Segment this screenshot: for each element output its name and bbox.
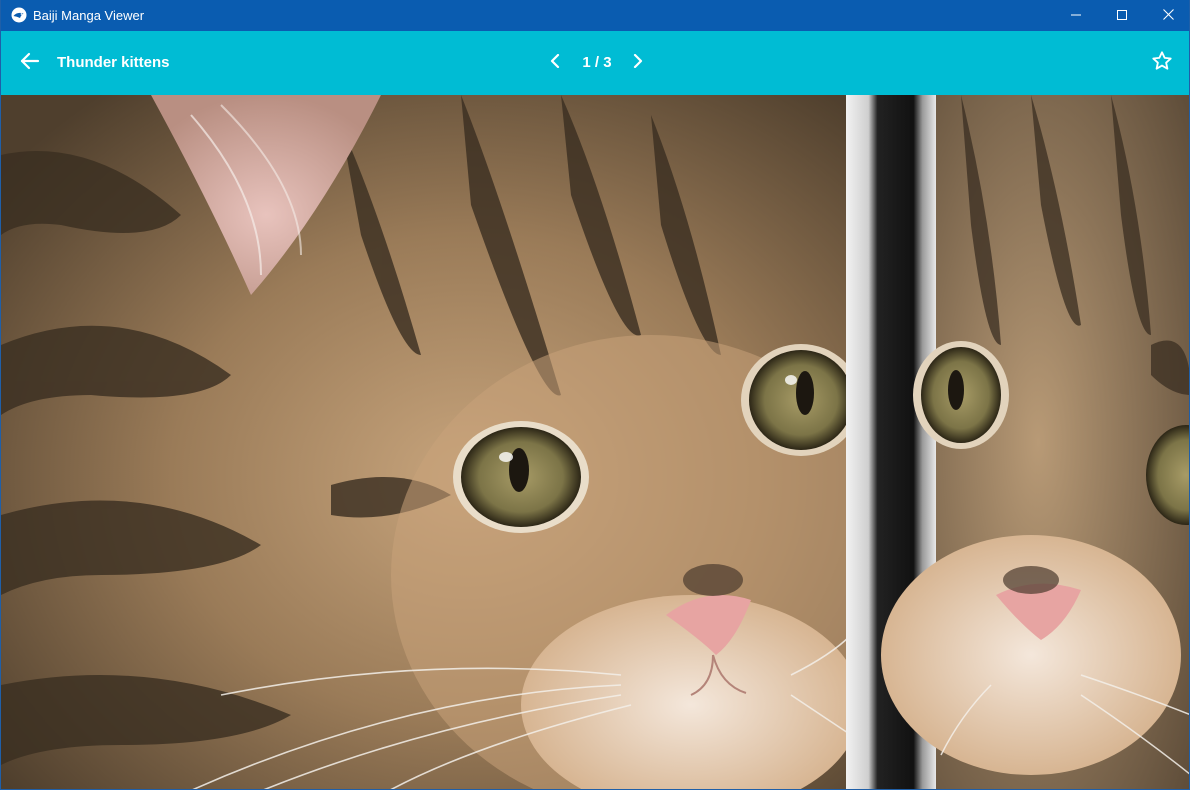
next-page-button[interactable]: [624, 49, 652, 77]
album-title: Thunder kittens: [57, 54, 170, 71]
arrow-left-icon: [20, 52, 40, 75]
app-window: Baiji Manga Viewer Thunder kittens 1 / 3: [0, 0, 1190, 790]
minimize-button[interactable]: [1053, 0, 1099, 31]
maximize-icon: [1117, 7, 1127, 25]
baiji-app-icon: [11, 7, 27, 23]
kitten-page-image: [1, 95, 1189, 789]
page-counter: 1 / 3: [582, 54, 612, 71]
window-titlebar[interactable]: Baiji Manga Viewer: [1, 0, 1189, 31]
maximize-button[interactable]: [1099, 0, 1145, 31]
back-button[interactable]: [15, 49, 45, 77]
app-bar: Thunder kittens 1 / 3: [1, 31, 1189, 95]
chevron-right-icon: [633, 53, 643, 73]
close-icon: [1162, 7, 1174, 25]
close-button[interactable]: [1145, 0, 1189, 31]
favorite-button[interactable]: [1147, 48, 1177, 78]
window-title: Baiji Manga Viewer: [33, 8, 145, 23]
manga-page-viewer[interactable]: [1, 95, 1189, 789]
previous-page-button[interactable]: [541, 49, 569, 77]
chevron-left-icon: [550, 53, 560, 73]
minimize-icon: [1071, 7, 1081, 25]
star-outline-icon: [1151, 50, 1173, 77]
